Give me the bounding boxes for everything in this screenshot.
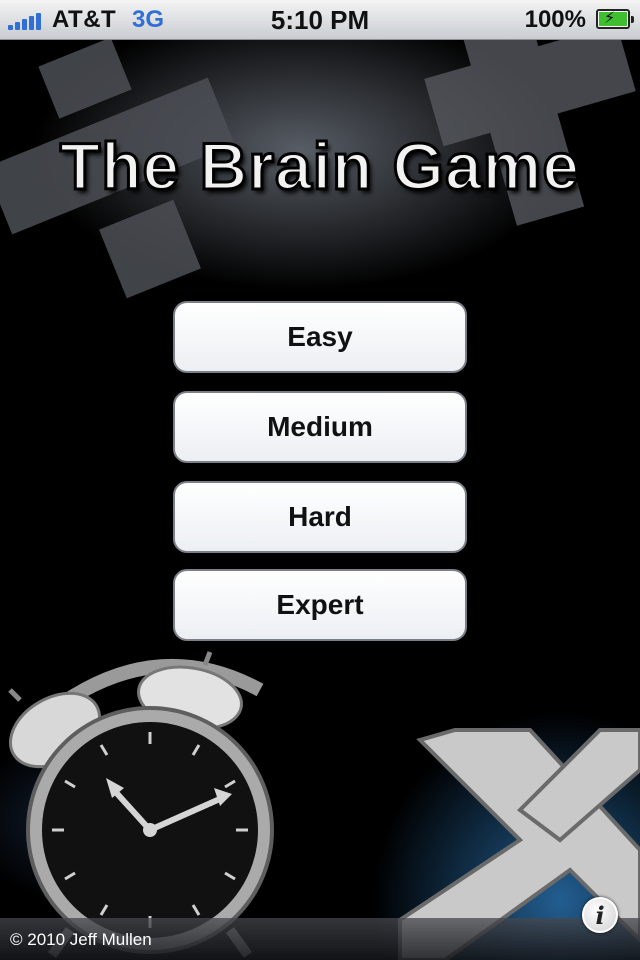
battery-percent: 100% xyxy=(524,6,586,33)
expert-button[interactable]: Expert xyxy=(173,569,467,641)
hard-button[interactable]: Hard xyxy=(173,481,467,553)
game-title: The Brain Game xyxy=(58,128,581,205)
battery-icon: ⚡ xyxy=(596,9,634,29)
status-bar: AT&T 3G 5:10 PM 100% ⚡ xyxy=(0,0,640,40)
easy-button[interactable]: Easy xyxy=(173,301,467,373)
copyright-text: © 2010 Jeff Mullen xyxy=(10,930,152,949)
medium-button[interactable]: Medium xyxy=(173,391,467,463)
alarm-clock-icon xyxy=(8,651,274,958)
info-icon[interactable]: i xyxy=(582,897,618,933)
footer-bar: © 2010 Jeff Mullen xyxy=(0,918,640,960)
